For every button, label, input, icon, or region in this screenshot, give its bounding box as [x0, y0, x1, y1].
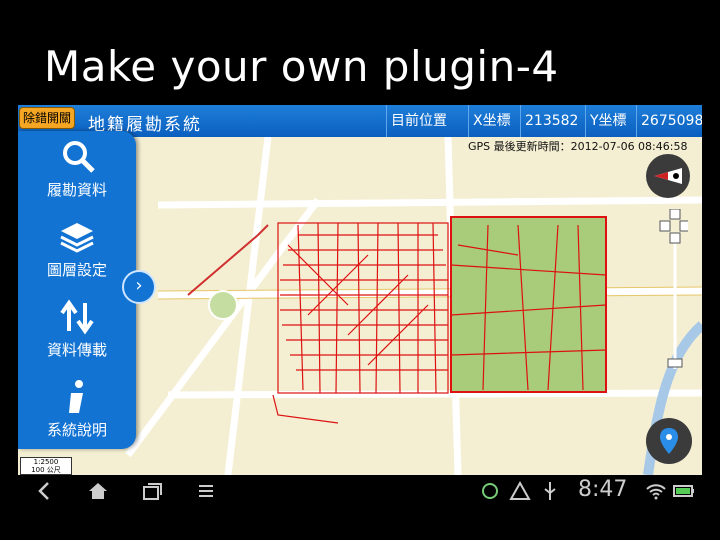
home-icon[interactable] — [86, 479, 110, 503]
sync-icon — [482, 483, 498, 499]
x-coord-label: X坐標 — [468, 105, 515, 137]
sidebar-toggle-button[interactable]: › — [122, 270, 156, 304]
zoom-slider[interactable] — [658, 209, 688, 379]
sidebar-item-label: 圖層設定 — [46, 261, 107, 279]
sidebar: 履勘資料 圖層設定 資料傳載 系統說明 — [18, 131, 136, 449]
system-navbar: 8:47 — [18, 475, 702, 507]
compass-icon — [654, 168, 682, 184]
sidebar-item-layers[interactable]: 圖層設定 — [18, 211, 136, 291]
debug-toggle-button[interactable]: 除錯開關 — [19, 107, 76, 129]
compass-button[interactable] — [646, 154, 690, 198]
menu-icon[interactable] — [194, 479, 218, 503]
layers-icon — [60, 223, 94, 253]
battery-charging-icon — [673, 485, 694, 497]
sidebar-item-label: 履勘資料 — [46, 181, 107, 199]
warning-icon — [509, 480, 531, 500]
wifi-icon — [646, 484, 666, 500]
location-pin-icon — [660, 428, 678, 454]
sidebar-item-survey-data[interactable]: 履勘資料 — [18, 131, 136, 211]
sidebar-item-help[interactable]: 系統說明 — [18, 371, 136, 451]
y-coord-value: 2675098 — [636, 105, 702, 137]
scale-bar: 1:2500 100 公尺 — [20, 457, 72, 475]
app-screen: 除錯開關 地籍履勘系統 目前位置 X坐標 213582 Y坐標 2675098 … — [18, 105, 702, 475]
sidebar-item-label: 系統說明 — [46, 421, 107, 439]
scale-distance: 100 公尺 — [31, 466, 61, 474]
gps-update-time: GPS 最後更新時間：2012-07-06 08:46:58 — [468, 140, 688, 153]
sidebar-item-data-transfer[interactable]: 資料傳載 — [18, 291, 136, 371]
info-icon — [69, 380, 83, 413]
back-icon[interactable] — [32, 479, 56, 503]
magnifier-icon — [63, 141, 95, 173]
usb-icon — [544, 482, 556, 500]
sidebar-item-label: 資料傳載 — [46, 341, 107, 359]
scale-ratio: 1:2500 — [33, 458, 59, 466]
slide-title: Make your own plugin-4 — [44, 42, 559, 91]
transfer-arrows-icon — [60, 299, 94, 335]
my-location-button[interactable] — [646, 418, 692, 464]
recent-apps-icon[interactable] — [140, 479, 164, 503]
status-clock: 8:47 — [578, 477, 628, 502]
y-coord-label: Y坐標 — [585, 105, 631, 137]
position-label: 目前位置 — [386, 105, 451, 137]
x-coord-value: 213582 — [520, 105, 582, 137]
